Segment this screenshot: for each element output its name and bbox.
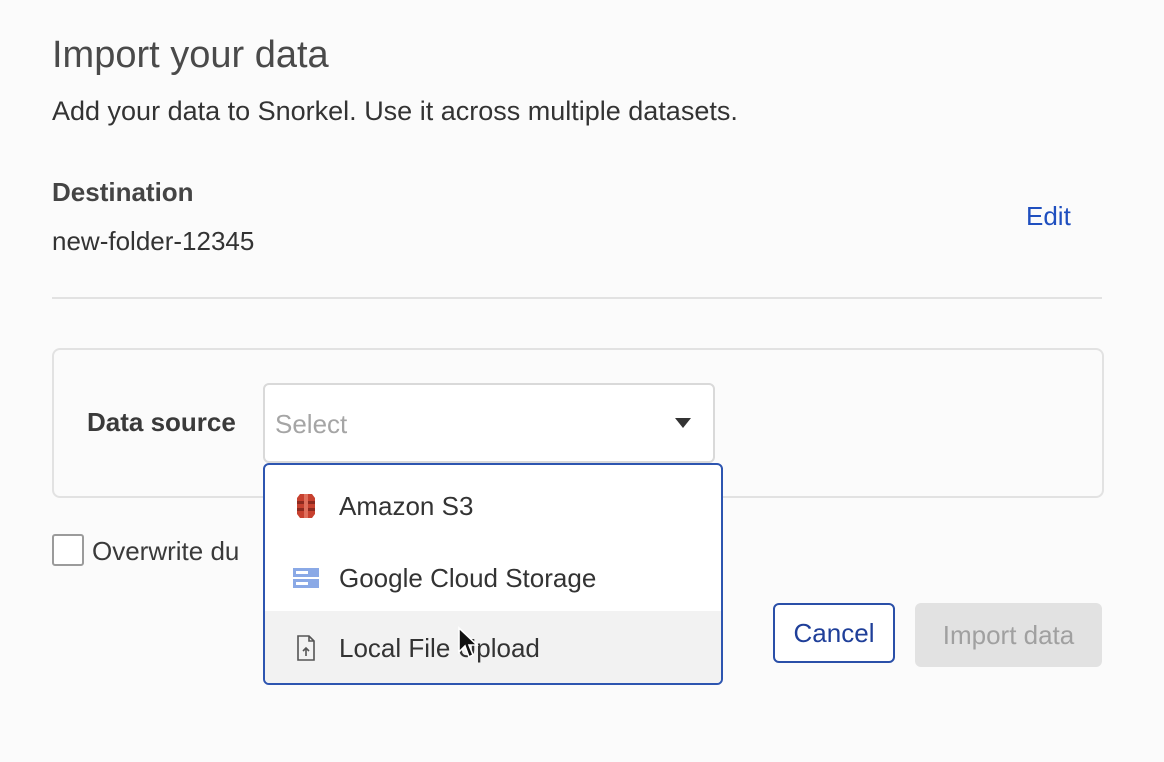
data-source-select[interactable]: Select [263, 383, 715, 463]
import-data-page: Import your data Add your data to Snorke… [0, 0, 1164, 762]
option-local-file-upload[interactable]: Local File Upload [265, 611, 721, 683]
google-cloud-storage-icon [291, 563, 321, 593]
option-amazon-s3[interactable]: Amazon S3 [265, 469, 721, 541]
data-source-label: Data source [87, 407, 236, 437]
destination-value: new-folder-12345 [52, 226, 255, 256]
page-subtitle: Add your data to Snorkel. Use it across … [52, 96, 738, 126]
overwrite-duplicates-label: Overwrite du [92, 536, 240, 566]
option-google-cloud-storage[interactable]: Google Cloud Storage [265, 541, 721, 613]
section-divider [52, 297, 1102, 299]
option-label: Amazon S3 [339, 491, 474, 521]
cancel-button[interactable]: Cancel [773, 603, 895, 663]
edit-destination-link[interactable]: Edit [1026, 201, 1071, 232]
import-data-button[interactable]: Import data [915, 603, 1102, 667]
option-label: Local File Upload [339, 633, 540, 663]
destination-label: Destination [52, 177, 194, 207]
mouse-pointer-icon [457, 626, 480, 665]
data-source-dropdown: Amazon S3 Google Cloud Storage Local Fil… [263, 463, 723, 685]
option-label: Google Cloud Storage [339, 563, 597, 593]
file-upload-icon [291, 633, 321, 663]
caret-down-icon [675, 418, 691, 428]
page-title: Import your data [52, 34, 329, 76]
select-placeholder: Select [275, 409, 348, 439]
amazon-s3-icon [291, 491, 321, 521]
overwrite-duplicates-checkbox[interactable] [52, 534, 84, 566]
